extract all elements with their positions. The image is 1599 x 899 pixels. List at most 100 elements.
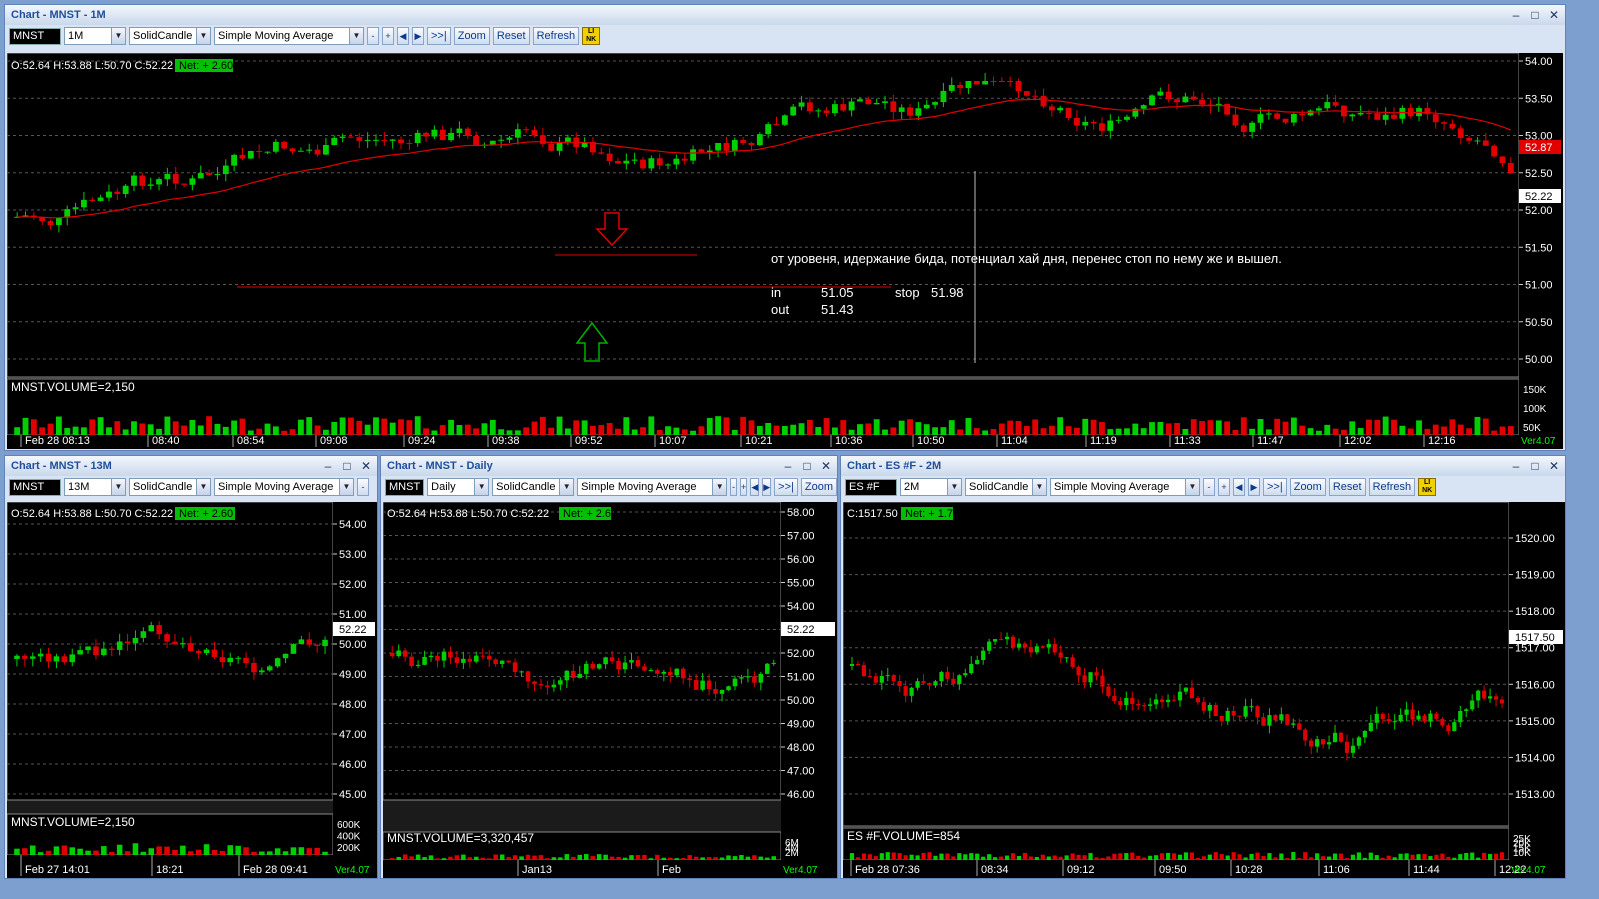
style-select[interactable]: SolidCandle ▼ (965, 478, 1047, 496)
stop-value: 51.98 (931, 285, 964, 300)
volume-bar (715, 416, 722, 435)
scroll-right-button[interactable]: ▶ (1248, 478, 1260, 496)
price-tick-label: 52.50 (1525, 168, 1553, 180)
symbol-input[interactable]: MNST (9, 478, 61, 496)
refresh-button[interactable]: Refresh (1368, 478, 1416, 496)
zoom-button[interactable]: Zoom (800, 478, 837, 496)
study-select[interactable]: Simple Moving Average ▼ (577, 478, 728, 496)
zoom-in-button[interactable]: + (382, 27, 394, 45)
volume-bar (39, 427, 46, 435)
zoom-in-button[interactable]: + (1218, 478, 1230, 496)
style-select[interactable]: SolidCandle ▼ (129, 478, 211, 496)
volume-bar (81, 427, 87, 435)
maximize-icon[interactable]: □ (1527, 7, 1543, 23)
volume-bar (957, 853, 962, 860)
minimize-icon[interactable]: – (1508, 7, 1524, 23)
candle-body (815, 110, 822, 112)
volume-bar (435, 858, 440, 860)
symbol-input[interactable]: MNST (9, 27, 61, 45)
candle-body (806, 102, 813, 112)
style-select[interactable]: SolidCandle ▼ (129, 27, 211, 45)
scroll-right-button[interactable]: ▶ (762, 478, 772, 496)
scroll-left-button[interactable]: ◀ (1233, 478, 1245, 496)
version-label: Ver4.07 (783, 865, 818, 876)
zoom-button[interactable]: Zoom (1289, 478, 1326, 496)
chart-area[interactable]: 54.00 53.00 52.00 51.00 50.00 49.00 48.00 47.00… (7, 502, 377, 878)
volume-bar (590, 425, 596, 435)
interval-select[interactable]: 13M ▼ (64, 478, 126, 496)
scroll-right-button[interactable]: ▶ (412, 27, 424, 45)
candle-body (969, 663, 974, 674)
scroll-end-button[interactable]: >>| (427, 27, 451, 45)
maximize-icon[interactable]: □ (1527, 458, 1543, 474)
candle-body (771, 662, 777, 664)
chart-area[interactable]: 1520.00 1519.00 1518.00 1517.00 1516.00 1515.… (843, 502, 1565, 878)
volume-bar (706, 417, 713, 435)
close-icon[interactable]: ✕ (358, 458, 374, 474)
last-price-label: 52.22 (1525, 191, 1553, 203)
scroll-left-button[interactable]: ◀ (397, 27, 409, 45)
zoom-in-button[interactable]: + (740, 478, 748, 496)
candle-body (256, 151, 263, 153)
zoom-out-button[interactable]: - (1203, 478, 1215, 496)
zoom-out-button[interactable]: - (367, 27, 379, 45)
close-icon[interactable]: ✕ (818, 458, 834, 474)
reset-button[interactable]: Reset (1328, 478, 1366, 496)
volume-bar (823, 418, 830, 435)
volume-bar (700, 857, 705, 860)
volume-bar (172, 849, 178, 855)
window-titlebar[interactable]: Chart - ES #F - 2M – □ ✕ (841, 456, 1565, 476)
link-icon[interactable]: LI NK (582, 27, 601, 45)
study-select[interactable]: Simple Moving Average ▼ (214, 478, 354, 496)
volume-bar (855, 857, 861, 860)
volume-bar (1249, 853, 1254, 860)
volume-bar (1366, 419, 1372, 435)
volume-bar (1303, 852, 1308, 860)
reset-button[interactable]: Reset (492, 27, 530, 45)
price-tick-label: 50.00 (1525, 354, 1553, 366)
zoom-out-button[interactable]: - (357, 478, 369, 496)
minimize-icon[interactable]: – (320, 458, 336, 474)
link-icon[interactable]: LI NK (1418, 478, 1437, 496)
maximize-icon[interactable]: □ (799, 458, 815, 474)
minimize-icon[interactable]: – (1508, 458, 1524, 474)
candle-body (454, 657, 460, 663)
window-titlebar[interactable]: Chart - MNST - 13M – □ ✕ (5, 456, 377, 476)
volume-bar (1057, 417, 1064, 435)
zoom-out-button[interactable]: - (730, 478, 738, 496)
scroll-end-button[interactable]: >>| (774, 478, 798, 496)
study-select[interactable]: Simple Moving Average ▼ (214, 27, 364, 45)
close-icon[interactable]: ✕ (1546, 458, 1562, 474)
window-titlebar[interactable]: Chart - MNST - Daily – □ ✕ (381, 456, 837, 476)
volume-bar (606, 423, 613, 435)
time-tick-label: 10:21 (745, 435, 773, 447)
scroll-end-button[interactable]: >>| (1263, 478, 1287, 496)
close-icon[interactable]: ✕ (1546, 7, 1562, 23)
study-select[interactable]: Simple Moving Average ▼ (1050, 478, 1200, 496)
zoom-button[interactable]: Zoom (453, 27, 490, 45)
volume-bar (219, 850, 226, 855)
candle-body (164, 634, 170, 642)
interval-select[interactable]: 2M ▼ (900, 478, 962, 496)
minimize-icon[interactable]: – (780, 458, 796, 474)
style-select[interactable]: SolidCandle ▼ (492, 478, 575, 496)
interval-select[interactable]: 1M ▼ (64, 27, 126, 45)
volume-bar (1424, 428, 1431, 435)
refresh-button[interactable]: Refresh (532, 27, 580, 45)
maximize-icon[interactable]: □ (339, 458, 355, 474)
symbol-input[interactable]: MNST (385, 478, 425, 496)
volume-bar (1440, 853, 1445, 860)
scroll-left-button[interactable]: ◀ (750, 478, 760, 496)
price-tick-label: 50.00 (339, 639, 367, 651)
candle-body (124, 641, 131, 644)
chart-area[interactable]: 58.0057.0056.0055.0054.0053.0052.0051.00… (383, 502, 837, 878)
volume-bar (948, 420, 955, 435)
candle-body (1249, 706, 1254, 708)
candle-body (739, 677, 744, 679)
symbol-input[interactable]: ES #F (845, 478, 897, 496)
chart-area[interactable]: 54.0053.5053.0052.5052.0051.5051.0050.50… (7, 53, 1563, 449)
candle-body (1452, 722, 1457, 732)
interval-select[interactable]: Daily ▼ (427, 478, 490, 496)
window-titlebar[interactable]: Chart - MNST - 1M – □ ✕ (5, 5, 1565, 25)
candle-body (1032, 95, 1039, 97)
